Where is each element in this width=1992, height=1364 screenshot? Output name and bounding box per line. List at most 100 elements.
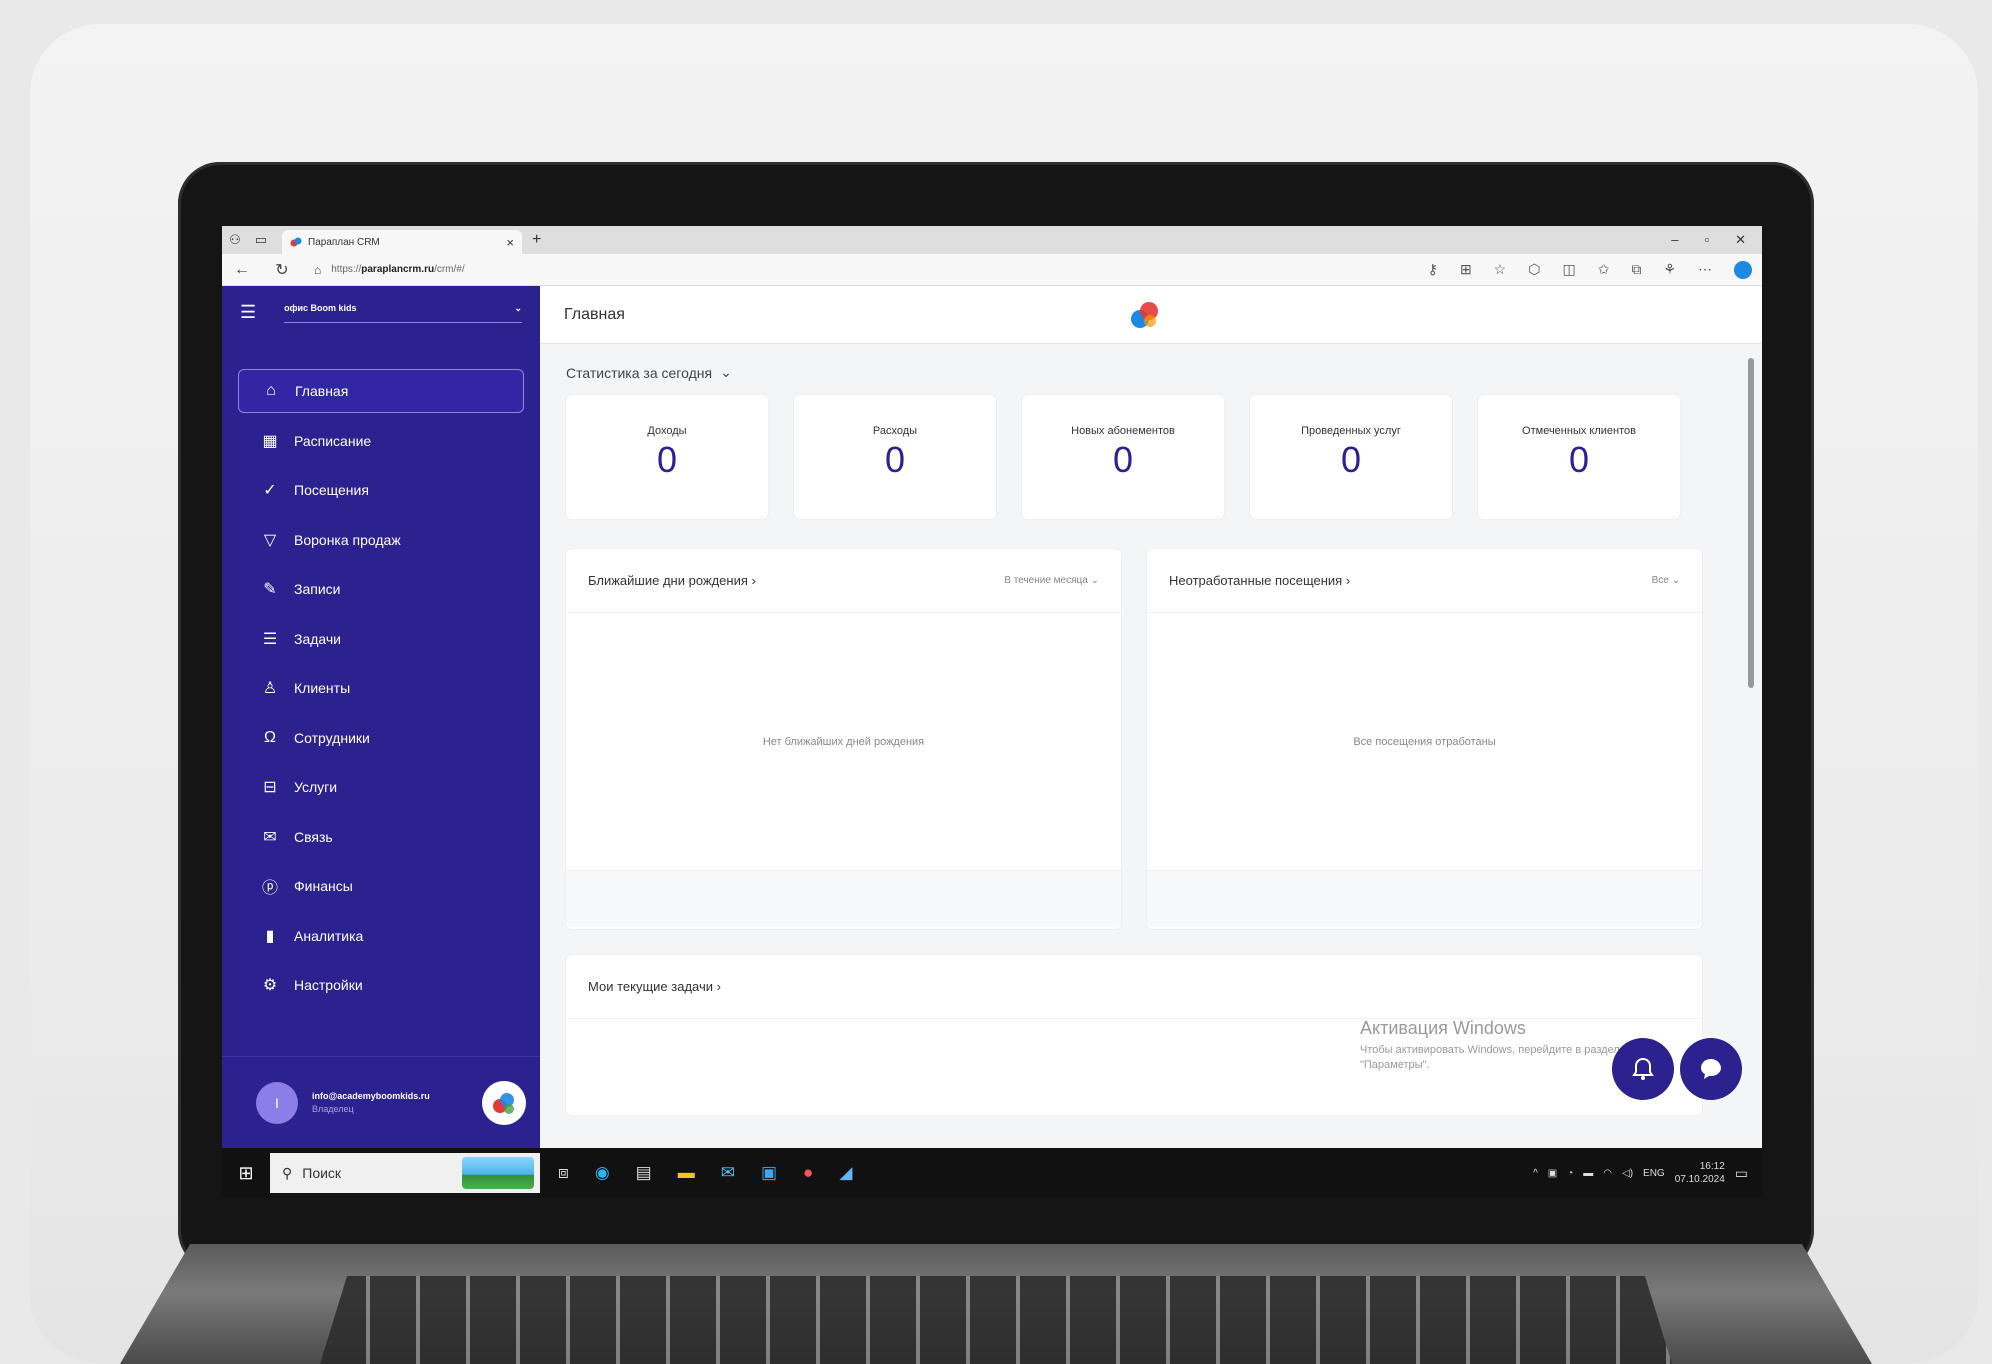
- notification-center-icon[interactable]: ▭: [1735, 1165, 1748, 1182]
- org-selector[interactable]: офис Boom kids ⌄: [284, 303, 522, 323]
- org-name: офис Boom kids: [284, 302, 357, 313]
- sidebar-item[interactable]: ⌂ Главная: [238, 369, 524, 413]
- split-icon[interactable]: ◫: [1562, 261, 1575, 279]
- app-taskbar-icon[interactable]: ◢: [839, 1163, 852, 1183]
- reload-icon[interactable]: ↻: [262, 260, 302, 280]
- unprocessed-title[interactable]: Неотработанные посещения ›: [1169, 573, 1350, 588]
- mail-taskbar-icon[interactable]: ✉: [721, 1163, 735, 1183]
- sidebar-item[interactable]: ♙ Клиенты: [238, 666, 524, 710]
- more-icon[interactable]: ⋯: [1698, 261, 1712, 279]
- edge-icon[interactable]: [1734, 260, 1752, 279]
- sidebar-item[interactable]: ▦ Расписание: [238, 419, 524, 463]
- tray-battery-icon[interactable]: ▬: [1583, 1168, 1593, 1179]
- user-block[interactable]: I info@academyboomkids.ru Владелец: [222, 1056, 540, 1148]
- tray-app-icon[interactable]: ▣: [1548, 1168, 1557, 1179]
- notifications-button[interactable]: [1612, 1038, 1674, 1100]
- sidebar-item[interactable]: ⚙ Настройки: [238, 963, 524, 1007]
- tab-close-icon[interactable]: ×: [506, 235, 514, 250]
- sidebar-item[interactable]: ⓟ Финансы: [238, 864, 524, 908]
- tab-actions-icon[interactable]: ▭: [248, 232, 274, 248]
- sidebar-item-label: Расписание: [294, 432, 372, 449]
- home-icon: ⌂: [266, 382, 276, 399]
- stats-row: Доходы 0 Расходы 0 Новых абонементов 0 Проведе…: [566, 395, 1726, 519]
- clock-time: 16:12: [1699, 1161, 1725, 1172]
- menu-icon[interactable]: ☰: [240, 302, 256, 323]
- scrollbar[interactable]: [1748, 358, 1754, 688]
- address-bar: ← ↻ ⌂ https://paraplancrm.ru/crm/#/ ⚷ ⊞ …: [222, 254, 1762, 286]
- lock-icon[interactable]: ⌂: [314, 263, 321, 277]
- sidebar-item[interactable]: ✓ Посещения: [238, 468, 524, 512]
- settings-icon: ⚙: [262, 977, 278, 994]
- sidebar-item-label: Аналитика: [294, 927, 364, 944]
- chevron-down-icon: ⌄: [514, 302, 522, 313]
- user-role: Владелец: [312, 1104, 354, 1114]
- clock-date: 07.10.2024: [1674, 1174, 1725, 1185]
- tray-language[interactable]: ENG: [1643, 1168, 1665, 1179]
- stat-value: 0: [1568, 439, 1590, 480]
- taskbar-search[interactable]: ⚲ Поиск: [270, 1153, 540, 1193]
- chat-button[interactable]: [1680, 1038, 1742, 1100]
- profile-icon[interactable]: ⚇: [222, 232, 248, 248]
- stat-label: Проведенных услуг: [1301, 425, 1401, 437]
- mail-icon: ✉: [263, 828, 277, 846]
- birthdays-title[interactable]: Ближайшие дни рождения ›: [588, 573, 756, 588]
- sidebar-item[interactable]: ▽ Воронка продаж: [238, 518, 524, 562]
- sidebar-item-label: Настройки: [294, 977, 363, 993]
- edge-taskbar-icon[interactable]: ◉: [595, 1163, 610, 1183]
- yandex-browser-icon[interactable]: ●: [803, 1163, 813, 1183]
- birthdays-footer: [566, 871, 1121, 927]
- unprocessed-footer: [1147, 871, 1702, 927]
- sidebar-item[interactable]: ✉ Связь: [238, 815, 524, 859]
- taskbar-clock[interactable]: 16:12 07.10.2024: [1675, 1160, 1725, 1186]
- tasks-icon: ☰: [262, 630, 278, 648]
- paraplan-logo-button[interactable]: [482, 1080, 526, 1125]
- sidebar-item[interactable]: Ω Сотрудники: [238, 716, 524, 760]
- restore-button[interactable]: ▫: [1704, 232, 1709, 248]
- unprocessed-header: Неотработанные посещения › Все ⌄: [1147, 549, 1702, 613]
- sidebar-item[interactable]: ☰ Задачи: [238, 617, 524, 661]
- tray-chevron-icon[interactable]: ^: [1533, 1168, 1538, 1179]
- browser-tab[interactable]: Параплан CRM ×: [282, 230, 522, 254]
- minimize-button[interactable]: –: [1671, 232, 1678, 248]
- extension-icon[interactable]: ⬡: [1528, 261, 1540, 279]
- word-icon[interactable]: ▣: [761, 1163, 777, 1183]
- sidebar-menu: ⌂ Главная ▦ Расписание ✓ Посещения ▽ Воронка пр…: [222, 369, 540, 1007]
- close-window-button[interactable]: ✕: [1735, 232, 1746, 248]
- chat-bubble-icon: [1701, 1059, 1721, 1079]
- tasks-title[interactable]: Мои текущие задачи ›: [588, 979, 721, 994]
- browser-tab-bar: ⚇ ▭ Параплан CRM × + – ▫ ✕: [222, 226, 1762, 254]
- unprocessed-empty: Все посещения отработаны: [1147, 613, 1702, 871]
- bell-icon: [1632, 1057, 1654, 1080]
- stat-card: Доходы 0: [566, 395, 768, 519]
- star-icon[interactable]: ☆: [1494, 261, 1507, 279]
- new-tab-button[interactable]: +: [532, 231, 541, 249]
- tray-wifi-icon[interactable]: ◠: [1603, 1168, 1612, 1179]
- windows-start-icon[interactable]: ⊞: [222, 1163, 270, 1184]
- chevron-down-icon: ⌄: [720, 364, 732, 380]
- extension-puzzle-icon[interactable]: ⚘: [1663, 261, 1676, 279]
- sidebar-item[interactable]: ✎ Записи: [238, 567, 524, 611]
- sidebar-item[interactable]: ⊟ Услуги: [238, 765, 524, 809]
- birthdays-filter[interactable]: В течение месяца ⌄: [1004, 575, 1099, 586]
- stat-label: Отмеченных клиентов: [1522, 425, 1636, 437]
- key-icon[interactable]: ⚷: [1428, 261, 1438, 279]
- unprocessed-filter[interactable]: Все ⌄: [1652, 575, 1680, 586]
- stats-header[interactable]: Статистика за сегодня ⌄: [566, 364, 1726, 381]
- tray-network-icon[interactable]: ◔: [1567, 1168, 1573, 1179]
- store-icon[interactable]: ▤: [636, 1163, 652, 1183]
- grid-icon[interactable]: ⊞: [1460, 261, 1472, 279]
- tray-volume-icon[interactable]: ◁): [1622, 1168, 1633, 1179]
- collections-icon[interactable]: ⧉: [1631, 261, 1641, 279]
- back-icon[interactable]: ←: [222, 261, 262, 279]
- favorites-icon[interactable]: ✩: [1598, 261, 1610, 279]
- task-view-icon[interactable]: ⧈: [558, 1163, 569, 1183]
- file-explorer-icon[interactable]: ▬: [678, 1163, 695, 1183]
- url-field[interactable]: https://paraplancrm.ru/crm/#/: [331, 264, 464, 275]
- sidebar-item[interactable]: ▮ Аналитика: [238, 914, 524, 958]
- analytics-icon: ▮: [265, 927, 275, 945]
- avatar[interactable]: I: [256, 1081, 298, 1124]
- services-icon: ⊟: [263, 779, 277, 796]
- paraplan-favicon-icon: [290, 237, 302, 247]
- tasks-header: Мои текущие задачи ›: [566, 955, 1702, 1019]
- stat-value: 0: [884, 439, 906, 480]
